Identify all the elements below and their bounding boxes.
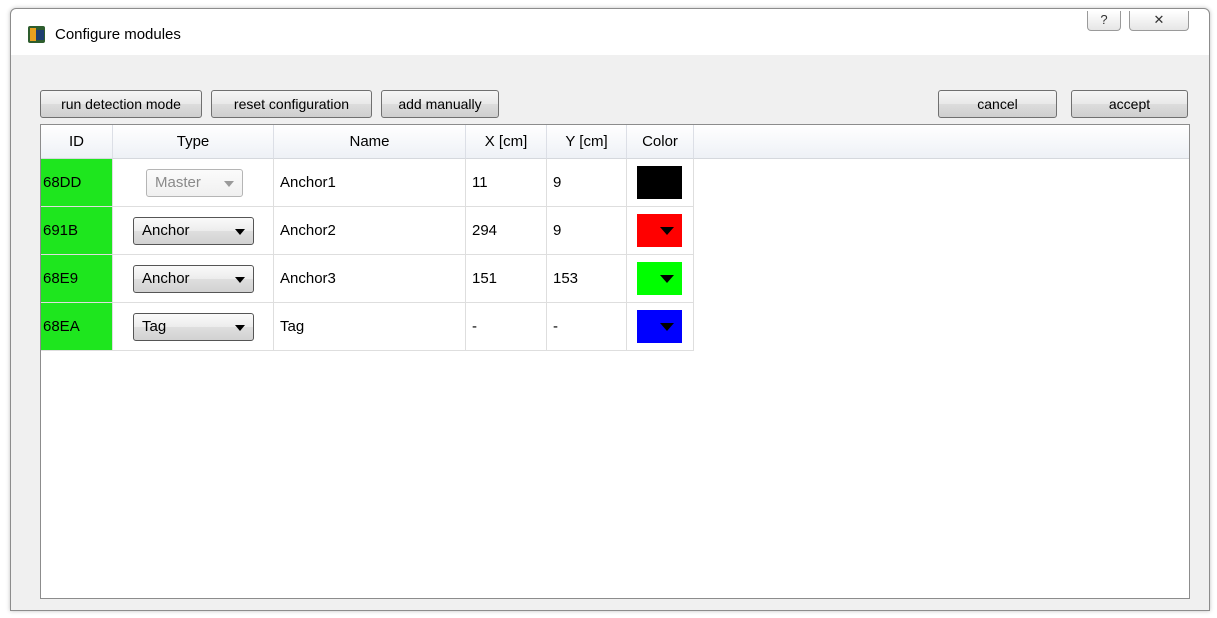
chevron-down-icon (235, 229, 245, 235)
row-4-type-dropdown[interactable]: Tag (133, 313, 254, 341)
run-detection-mode-button[interactable]: run detection mode (40, 90, 202, 118)
column-header-id[interactable]: ID (41, 125, 113, 159)
chevron-down-icon (235, 325, 245, 331)
dropdown-arrow-icon (660, 227, 674, 235)
column-header-color[interactable]: Color (627, 125, 694, 159)
row-1-id[interactable]: 68DD (41, 159, 113, 207)
row-4-y[interactable]: - (547, 303, 627, 351)
row-3-type-value: Anchor (142, 270, 190, 287)
row-3-type-dropdown[interactable]: Anchor (133, 265, 254, 293)
chevron-down-icon (235, 277, 245, 283)
reset-configuration-button[interactable]: reset configuration (211, 90, 372, 118)
row-3-color-dropdown[interactable] (637, 262, 682, 295)
chevron-down-icon (224, 181, 234, 187)
cancel-button[interactable]: cancel (938, 90, 1057, 118)
row-1-type-cell: Master (113, 159, 274, 207)
row-3-type-cell: Anchor (113, 255, 274, 303)
row-4-x[interactable]: - (466, 303, 547, 351)
row-2-x[interactable]: 294 (466, 207, 547, 255)
header-filler (694, 125, 1189, 159)
column-header-type[interactable]: Type (113, 125, 274, 159)
column-header-x[interactable]: X [cm] (466, 125, 547, 159)
row-3-x[interactable]: 151 (466, 255, 547, 303)
row-1-name[interactable]: Anchor1 (274, 159, 466, 207)
close-icon: ✕ (1153, 12, 1165, 27)
row-2-color-cell (627, 207, 694, 255)
row-2-type-value: Anchor (142, 222, 190, 239)
column-header-y[interactable]: Y [cm] (547, 125, 627, 159)
row-1-type-value: Master (155, 174, 201, 191)
row-1-y[interactable]: 9 (547, 159, 627, 207)
row-3-y[interactable]: 153 (547, 255, 627, 303)
row-1-color-cell (627, 159, 694, 207)
row-2-y[interactable]: 9 (547, 207, 627, 255)
row-2-type-cell: Anchor (113, 207, 274, 255)
app-icon (28, 26, 45, 43)
help-icon: ? (1100, 12, 1108, 27)
title-bar: Configure modules ? ✕ (11, 9, 1209, 55)
row-1-x[interactable]: 11 (466, 159, 547, 207)
row-4-color-cell (627, 303, 694, 351)
configure-modules-dialog: Configure modules ? ✕ run detection mode… (10, 8, 1210, 611)
row-3-name[interactable]: Anchor3 (274, 255, 466, 303)
row-2-color-dropdown[interactable] (637, 214, 682, 247)
help-button[interactable]: ? (1087, 11, 1121, 31)
row-2-id[interactable]: 691B (41, 207, 113, 255)
row-4-type-value: Tag (142, 318, 167, 335)
row-4-color-dropdown[interactable] (637, 310, 682, 343)
row-4-type-cell: Tag (113, 303, 274, 351)
row-4-name[interactable]: Tag (274, 303, 466, 351)
row-3-color-cell (627, 255, 694, 303)
row-1-color-swatch[interactable] (637, 166, 682, 199)
close-button[interactable]: ✕ (1129, 11, 1189, 31)
row-4-id[interactable]: 68EA (41, 303, 113, 351)
window-title: Configure modules (55, 26, 181, 43)
modules-table: ID Type Name X [cm] Y [cm] Color 68DD Ma… (40, 124, 1190, 599)
dropdown-arrow-icon (660, 323, 674, 331)
accept-button[interactable]: accept (1071, 90, 1188, 118)
column-header-name[interactable]: Name (274, 125, 466, 159)
dropdown-arrow-icon (660, 275, 674, 283)
row-1-type-dropdown: Master (146, 169, 243, 197)
add-manually-button[interactable]: add manually (381, 90, 499, 118)
row-3-id[interactable]: 68E9 (41, 255, 113, 303)
row-2-type-dropdown[interactable]: Anchor (133, 217, 254, 245)
row-2-name[interactable]: Anchor2 (274, 207, 466, 255)
